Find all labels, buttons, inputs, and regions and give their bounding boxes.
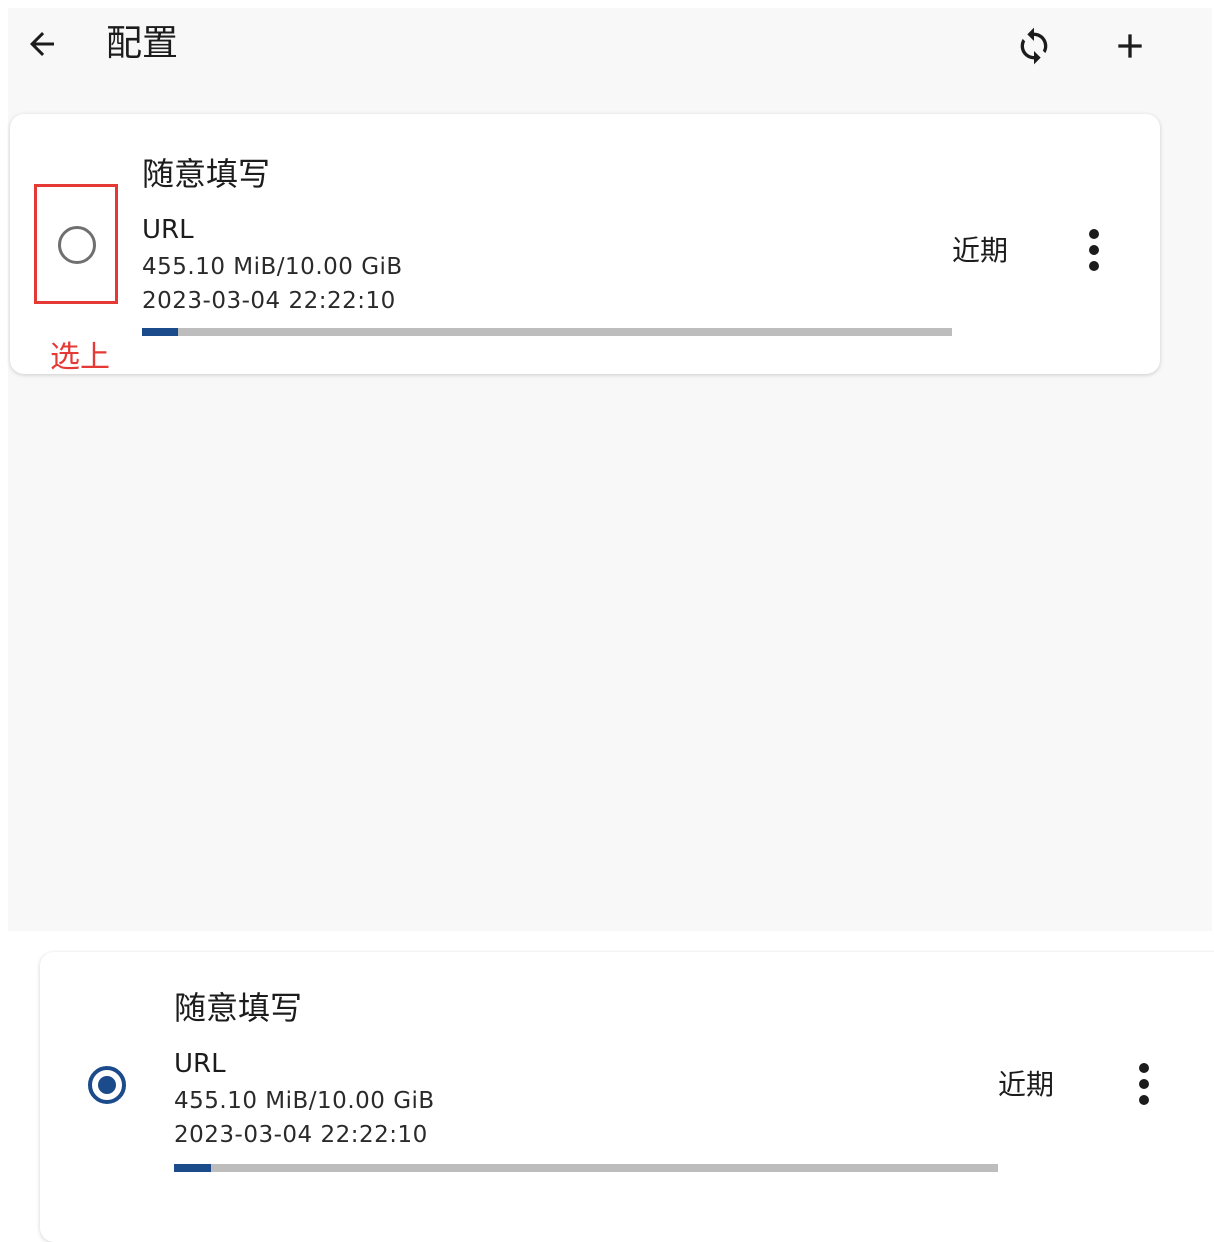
add-icon[interactable]	[1110, 26, 1150, 66]
profile-usage: 455.10 MiB/10.00 GiB	[174, 1088, 435, 1114]
profile-card[interactable]: 选上 随意填写 URL 455.10 MiB/10.00 GiB 2023-03…	[10, 114, 1160, 375]
profile-card[interactable]: 随意填写 URL 455.10 MiB/10.00 GiB 2023-03-04…	[40, 952, 1214, 1242]
profiles-screen: 配置 选上 随意填写 URL 455.10 MiB/10.00 GiB 2023…	[8, 8, 1212, 931]
more-vert-icon[interactable]	[1134, 1060, 1154, 1108]
profile-updated-time: 2023-03-04 22:22:10	[174, 1122, 428, 1148]
usage-progress-fill	[142, 328, 178, 336]
profile-updated-time: 2023-03-04 22:22:10	[142, 288, 396, 314]
profile-usage: 455.10 MiB/10.00 GiB	[142, 254, 403, 280]
profile-radio-button[interactable]	[88, 1066, 126, 1104]
usage-progress-bar	[142, 328, 952, 336]
recent-label: 近期	[998, 1068, 1055, 1101]
more-vert-icon[interactable]	[1084, 226, 1104, 274]
profile-radio-button[interactable]	[58, 226, 96, 264]
recent-label: 近期	[952, 234, 1009, 267]
usage-progress-fill	[174, 1164, 211, 1172]
profile-url: URL	[174, 1049, 226, 1079]
annotation-label: 选上	[50, 340, 110, 375]
usage-progress-bar	[174, 1164, 998, 1172]
arrow-back-icon[interactable]	[24, 26, 60, 62]
sync-icon[interactable]	[1014, 26, 1054, 66]
profile-name: 随意填写	[174, 989, 303, 1027]
profile-url: URL	[142, 215, 194, 245]
app-bar: 配置	[8, 8, 1212, 88]
profile-name: 随意填写	[142, 155, 271, 193]
page-title: 配置	[106, 23, 179, 64]
